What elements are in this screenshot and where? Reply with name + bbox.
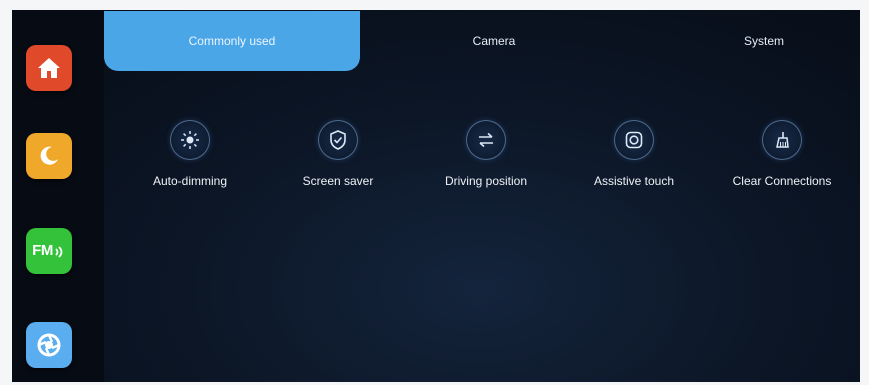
brightness-icon bbox=[181, 131, 199, 149]
feature-driving-position[interactable]: Driving position bbox=[416, 120, 556, 220]
fm-radio-icon: FM bbox=[32, 242, 66, 259]
app-sidebar: FM bbox=[12, 10, 104, 382]
shield-icon bbox=[330, 130, 346, 150]
swap-arrows-icon bbox=[479, 132, 493, 148]
tab-bar: Commonly used Camera System bbox=[104, 10, 860, 72]
feature-assistive-touch[interactable]: Assistive touch bbox=[564, 120, 704, 220]
sidebar-app-fm-radio[interactable]: FM bbox=[26, 228, 72, 274]
feature-clear-connections[interactable]: Clear Connections bbox=[712, 120, 852, 220]
feature-label: Screen saver bbox=[302, 174, 374, 188]
tab-system[interactable]: System bbox=[664, 10, 860, 72]
feature-icon-circle bbox=[614, 120, 654, 160]
broom-icon bbox=[776, 132, 789, 148]
sidebar-app-camera-shutter[interactable] bbox=[26, 322, 72, 368]
sidebar-app-home[interactable] bbox=[26, 45, 72, 91]
settings-screen: FM Commonly used Camera System Auto-dimm… bbox=[12, 10, 860, 382]
feature-screen-saver[interactable]: Screen saver bbox=[268, 120, 408, 220]
feature-icon-circle bbox=[318, 120, 358, 160]
tab-camera[interactable]: Camera bbox=[394, 10, 594, 72]
tab-label: Commonly used bbox=[188, 34, 276, 48]
moon-icon bbox=[40, 146, 58, 165]
feature-label: Driving position bbox=[444, 174, 528, 188]
tab-label: System bbox=[743, 34, 784, 48]
feature-icon-circle bbox=[466, 120, 506, 160]
aperture-icon bbox=[37, 333, 61, 357]
sidebar-app-night-mode[interactable] bbox=[26, 133, 72, 179]
assistive-touch-icon bbox=[625, 131, 643, 149]
home-icon bbox=[38, 58, 60, 78]
feature-label: Assistive touch bbox=[593, 174, 675, 188]
feature-auto-dimming[interactable]: Auto-dimming bbox=[120, 120, 260, 220]
tab-label: Camera bbox=[472, 34, 516, 48]
tab-commonly-used[interactable]: Commonly used bbox=[104, 11, 360, 71]
feature-icon-circle bbox=[170, 120, 210, 160]
feature-label: Clear Connections bbox=[732, 174, 832, 188]
feature-label: Auto-dimming bbox=[152, 174, 228, 188]
feature-icon-circle bbox=[762, 120, 802, 160]
